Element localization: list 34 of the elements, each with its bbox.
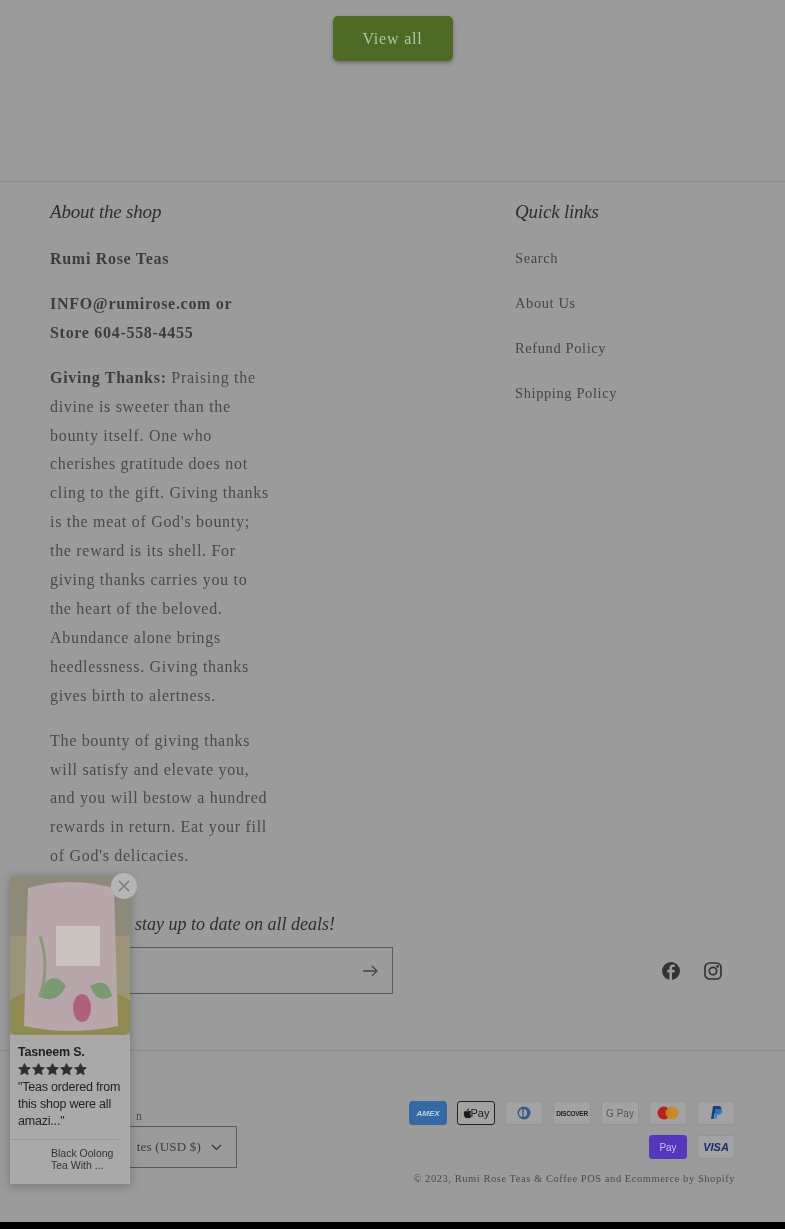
- star-icon: [60, 1063, 73, 1075]
- mastercard-icon: [649, 1101, 687, 1126]
- star-icon: [74, 1063, 87, 1075]
- product-name: Black Oolong Tea With ...: [10, 1139, 119, 1171]
- footer-link[interactable]: Shipping Policy: [515, 381, 618, 406]
- copyright-text: © 2023, Rumi Rose Teas & Coffee POS and Ecommerce by Shopify: [413, 1173, 735, 1185]
- diners-card-icon: [505, 1101, 543, 1126]
- reviewer-name: Tasneem S.: [18, 1045, 86, 1059]
- chevron-icon: [211, 1144, 222, 1150]
- payment-icon: G Pay: [601, 1101, 639, 1126]
- star-icon: [18, 1063, 31, 1075]
- country-label: n: [136, 1109, 142, 1125]
- view-all-button[interactable]: View all: [332, 16, 453, 61]
- footer-heading: Quick links: [515, 201, 600, 223]
- about-paragraph: The bounty of giving thanks will satisfy and elevate you, and you will bestow a hundred rewards in return. Eat your fill of God's delicacies.: [50, 730, 269, 867]
- star-icon: [32, 1063, 45, 1075]
- payment-icon: Pay: [457, 1101, 495, 1126]
- instagram-icon[interactable]: [704, 961, 722, 980]
- footer-link[interactable]: Refund Policy: [515, 336, 607, 361]
- payment-icon: Pay: [649, 1135, 687, 1160]
- about-paragraph: Rumi Rose Teas: [50, 249, 171, 269]
- footer-link[interactable]: About Us: [515, 291, 576, 316]
- about-paragraph: Giving Thanks: Praising the divine is sweeter than the bounty itself. One who cherishes gratitude does not cling to the gift. Giving thanks is the meat of God's bounty; the reward is its shell. For giving thanks carries you to the heart of the beloved. Abundance alone brings heedlessness. Giving thanks gives birth to alertness.: [50, 367, 270, 707]
- payment-icon: AMEX: [409, 1101, 447, 1126]
- close-icon: [118, 880, 130, 892]
- footer-link[interactable]: Search: [515, 246, 559, 271]
- paypal-icon: [697, 1101, 735, 1126]
- arrow-icon: [362, 965, 378, 977]
- star-icon: [46, 1063, 59, 1075]
- payment-icon: VISA: [697, 1135, 735, 1160]
- newsletter-heading: stay up to date on all deals!: [134, 914, 336, 937]
- facebook-icon[interactable]: [662, 961, 680, 980]
- about-paragraph: INFO@rumirose.com or Store 604-558-4455: [50, 293, 234, 343]
- footer-heading: About the shop: [50, 201, 163, 223]
